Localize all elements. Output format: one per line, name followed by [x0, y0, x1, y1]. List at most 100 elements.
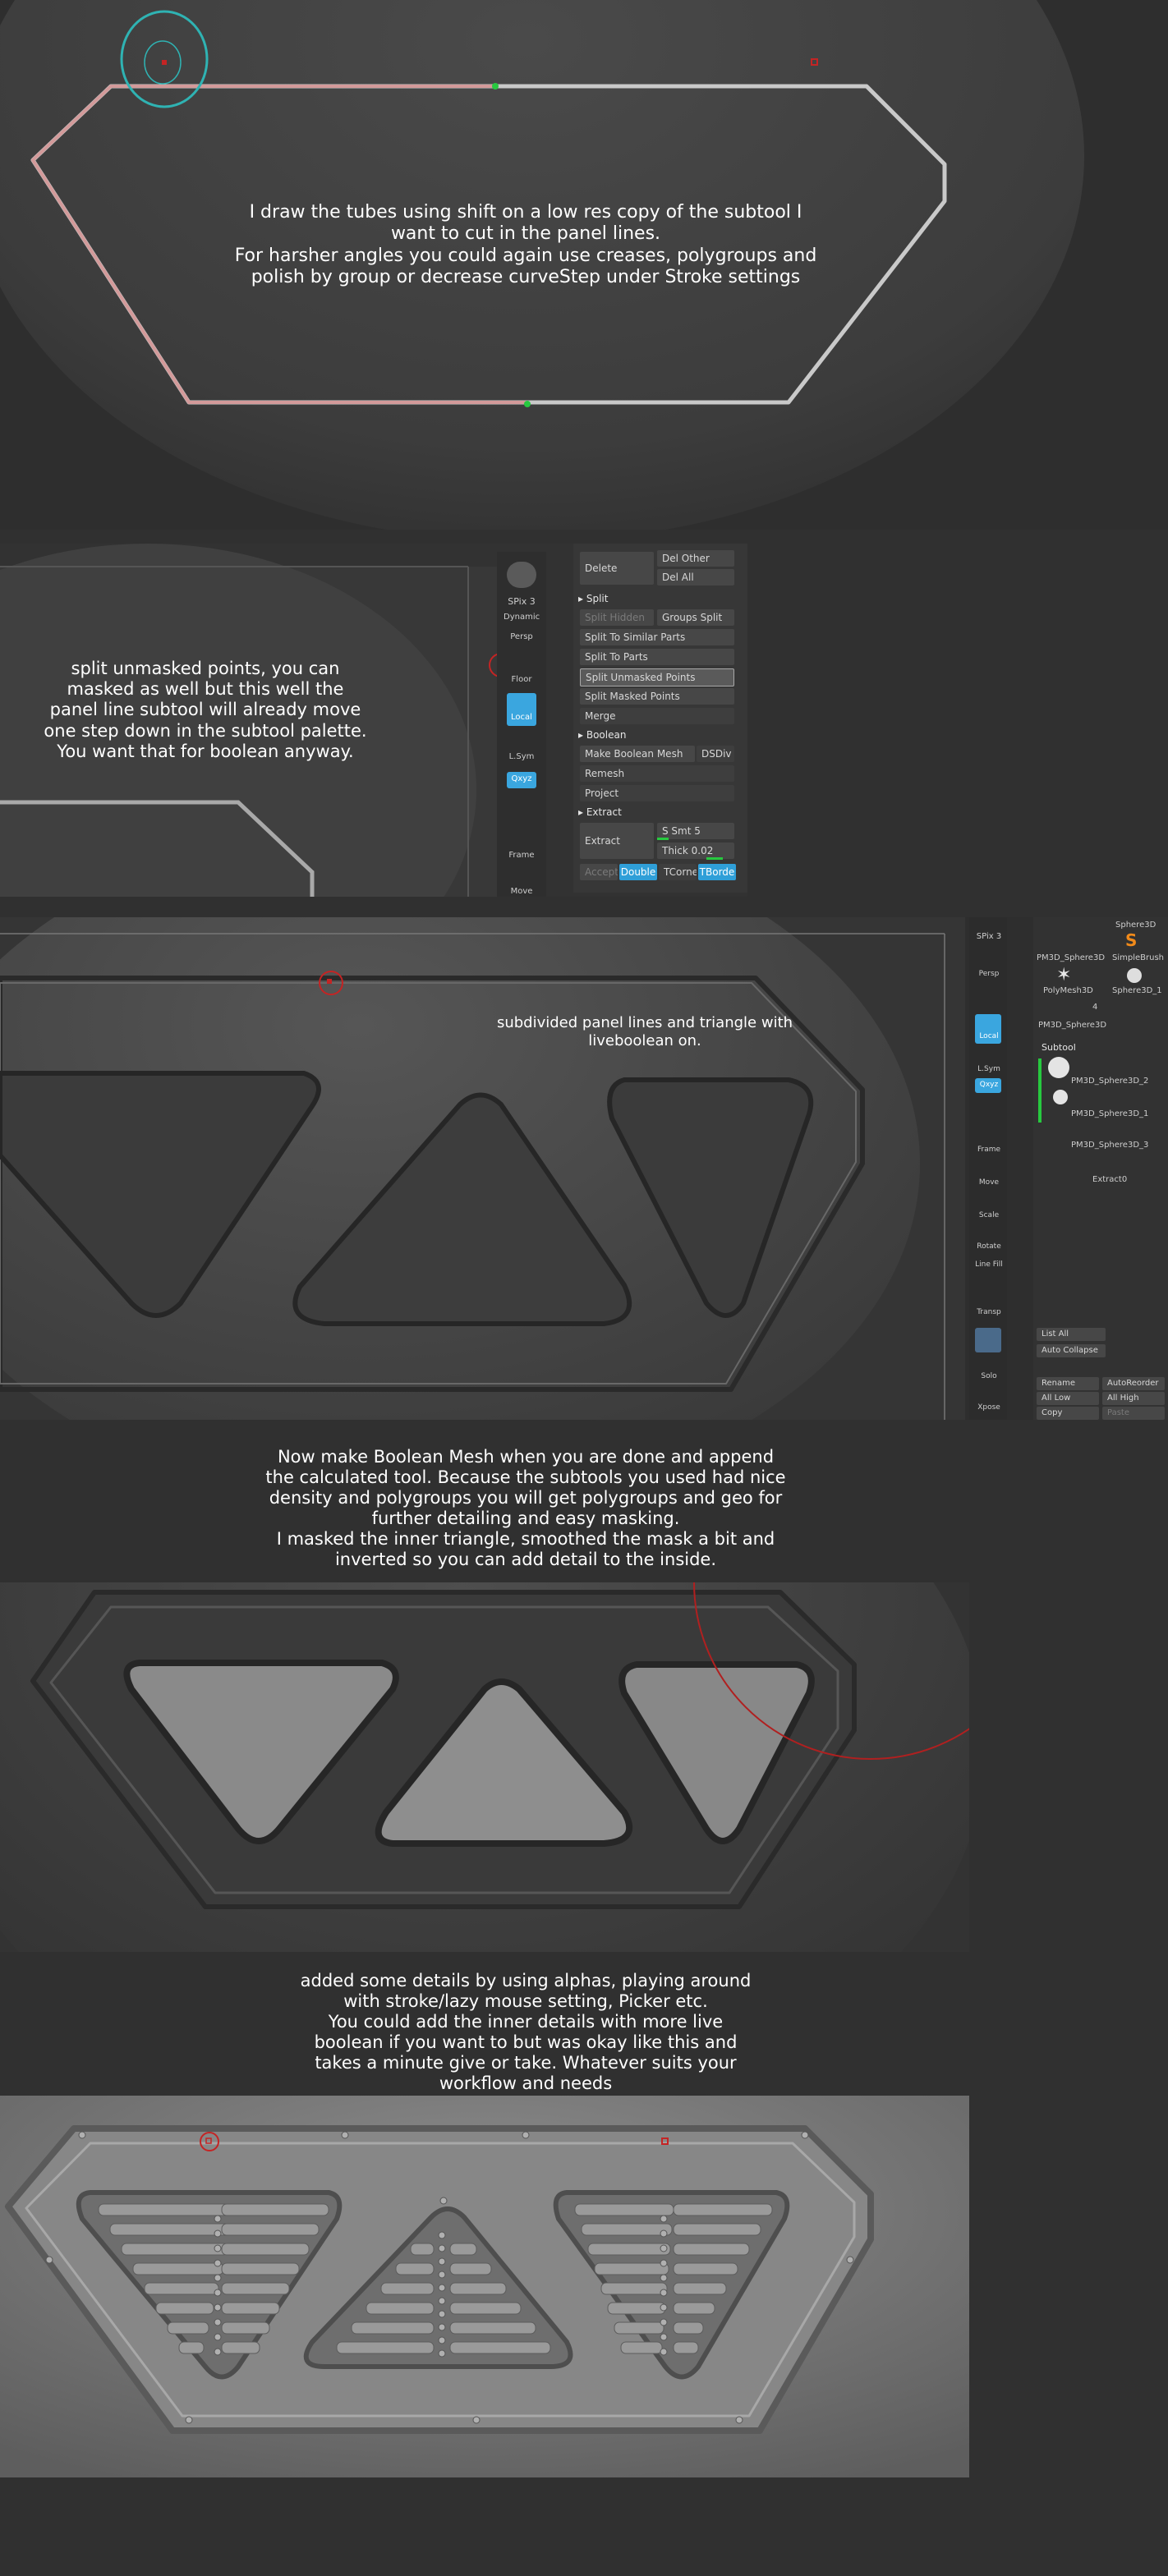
- move-button[interactable]: Move: [504, 887, 540, 896]
- project-button[interactable]: Project: [580, 785, 734, 801]
- autoreorder-button[interactable]: AutoReorder: [1102, 1377, 1165, 1390]
- louver-fin: [167, 2321, 209, 2335]
- tborde-toggle[interactable]: TBorde: [698, 864, 736, 880]
- rotate-button[interactable]: Rotate: [971, 1242, 1007, 1251]
- groups-split-button[interactable]: Groups Split: [657, 609, 734, 626]
- viewport-split[interactable]: split unmasked points, you can masked as…: [0, 544, 747, 897]
- rivet: [214, 2333, 222, 2341]
- louver-fin: [410, 2243, 435, 2256]
- frame-button[interactable]: Frame: [504, 851, 540, 860]
- persp-button[interactable]: Persp: [971, 970, 1007, 978]
- split-unmasked-button[interactable]: Split Unmasked Points: [580, 668, 734, 686]
- boolean-header[interactable]: ▸ Boolean: [578, 729, 626, 741]
- scale-button[interactable]: Scale: [971, 1211, 1007, 1219]
- spix-label[interactable]: SPix 3: [971, 932, 1007, 941]
- tool-thumb-sphere3d[interactable]: Sphere3D: [1115, 921, 1156, 930]
- solo-sphere-button[interactable]: [507, 562, 536, 588]
- dsdiv-button[interactable]: DSDiv: [697, 746, 734, 762]
- rivet: [438, 2349, 446, 2358]
- rivet: [214, 2215, 222, 2223]
- louver-fin: [594, 2262, 669, 2275]
- all-low-button[interactable]: All Low: [1037, 1392, 1099, 1405]
- viewport-detailed[interactable]: [0, 2096, 969, 2477]
- rivet: [735, 2416, 743, 2424]
- spix-label[interactable]: SPix 3: [504, 596, 540, 607]
- merge-button[interactable]: Merge: [580, 708, 734, 724]
- rivet: [660, 2333, 668, 2341]
- tool-thumb-sphere3d-1[interactable]: Sphere3D_1: [1112, 986, 1162, 995]
- move-button[interactable]: Move: [971, 1178, 1007, 1187]
- s-smt-slider[interactable]: S Smt 5: [657, 823, 734, 839]
- tcorne-toggle[interactable]: TCorne: [659, 864, 697, 880]
- viewport-curve-tube[interactable]: I draw the tubes using shift on a low re…: [0, 0, 1168, 530]
- split-header-label: Split: [586, 593, 609, 604]
- tool-thumb-pm3d[interactable]: PM3D_Sphere3D: [1037, 953, 1105, 962]
- accept-button[interactable]: Accept: [580, 864, 618, 880]
- rivet: [438, 2310, 446, 2318]
- sphere-thumb-icon[interactable]: [1127, 968, 1142, 983]
- split-to-parts-button[interactable]: Split To Parts: [580, 649, 734, 665]
- linefill-button[interactable]: Line Fill: [971, 1260, 1007, 1269]
- copy-button[interactable]: Copy: [1037, 1407, 1099, 1420]
- frame-button[interactable]: Frame: [971, 1146, 1007, 1154]
- extract-header-label: Extract: [586, 806, 622, 818]
- xyz-label: Qxyz: [511, 774, 532, 783]
- del-all-button[interactable]: Del All: [657, 569, 734, 585]
- viewport-liveboolean[interactable]: subdivided panel lines and triangle with…: [0, 917, 1168, 1420]
- caption-line: added some details by using alphas, play…: [300, 1971, 752, 1991]
- split-header[interactable]: ▸ Split: [578, 593, 608, 604]
- viewport-boolean-mesh-svg: [0, 1582, 969, 1952]
- tool-thumb-simplebrush[interactable]: SimpleBrush: [1112, 953, 1164, 962]
- thick-slider[interactable]: Thick 0.02: [657, 843, 734, 859]
- split-masked-button[interactable]: Split Masked Points: [580, 688, 734, 705]
- viewport-boolean-mesh[interactable]: [0, 1582, 969, 1952]
- louver-fin: [673, 2282, 727, 2295]
- caption-line: You could add the inner details with mor…: [328, 2012, 724, 2032]
- all-high-button[interactable]: All High: [1102, 1392, 1165, 1405]
- subtool-item[interactable]: Extract0: [1092, 1175, 1127, 1184]
- rename-button[interactable]: Rename: [1037, 1377, 1099, 1390]
- remesh-button[interactable]: Remesh: [580, 765, 734, 782]
- louver-fin: [673, 2321, 704, 2335]
- louver-fin: [673, 2243, 750, 2256]
- rivet: [45, 2256, 53, 2264]
- louver-fin: [221, 2321, 270, 2335]
- subtool-item[interactable]: PM3D_Sphere3D_1: [1071, 1109, 1148, 1118]
- louver-fin: [449, 2302, 522, 2315]
- tool-thumb-pm3d-2[interactable]: PM3D_Sphere3D: [1038, 1021, 1106, 1030]
- floor-button[interactable]: Floor: [504, 675, 540, 684]
- xpose-button[interactable]: Xpose: [971, 1403, 1007, 1412]
- paste-button[interactable]: Paste: [1102, 1407, 1165, 1420]
- tool-count: 4: [1092, 1003, 1098, 1012]
- rivet: [660, 2318, 668, 2326]
- tool-thumb-polymesh[interactable]: PolyMesh3D: [1043, 986, 1093, 995]
- split-hidden-button[interactable]: Split Hidden: [580, 609, 654, 626]
- delete-button[interactable]: Delete: [580, 552, 654, 585]
- extract-header[interactable]: ▸ Extract: [578, 806, 622, 818]
- lsym-button[interactable]: L.Sym: [504, 752, 540, 761]
- dynamic-button[interactable]: Dynamic: [504, 613, 540, 622]
- transp-button[interactable]: Transp: [971, 1308, 1007, 1316]
- lsym-button[interactable]: L.Sym: [971, 1065, 1007, 1073]
- subtool-item[interactable]: PM3D_Sphere3D_3: [1071, 1141, 1148, 1150]
- list-all-button[interactable]: List All: [1037, 1328, 1106, 1341]
- solo-button[interactable]: Solo: [971, 1372, 1007, 1380]
- subtool-header[interactable]: Subtool: [1042, 1042, 1076, 1053]
- louver-fin: [155, 2302, 214, 2315]
- polymesh-star-icon[interactable]: ✶: [1056, 965, 1071, 985]
- make-boolean-mesh-button[interactable]: Make Boolean Mesh: [580, 746, 695, 762]
- subtool-item[interactable]: PM3D_Sphere3D_2: [1071, 1077, 1148, 1086]
- louver-fin: [380, 2282, 435, 2295]
- split-similar-button[interactable]: Split To Similar Parts: [580, 629, 734, 645]
- extract-button[interactable]: Extract: [580, 823, 654, 859]
- rivet: [438, 2271, 446, 2279]
- polyf-button[interactable]: [975, 1328, 1001, 1352]
- louver-fin: [607, 2302, 666, 2315]
- louver-fin: [221, 2302, 280, 2315]
- del-other-button[interactable]: Del Other: [657, 550, 734, 567]
- simplebrush-icon[interactable]: S: [1125, 930, 1137, 950]
- double-toggle[interactable]: Double: [619, 864, 657, 880]
- auto-collapse-button[interactable]: Auto Collapse: [1037, 1344, 1106, 1357]
- louver-fin: [366, 2302, 435, 2315]
- persp-button[interactable]: Persp: [504, 632, 540, 641]
